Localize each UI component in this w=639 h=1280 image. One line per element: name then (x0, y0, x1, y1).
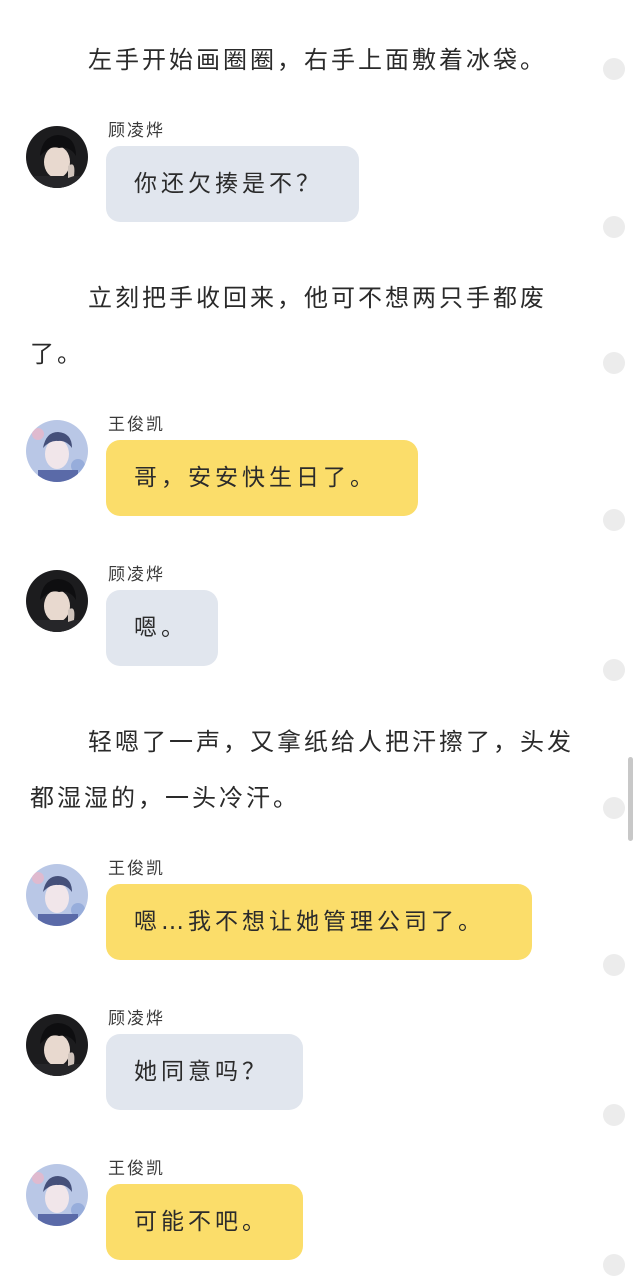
side-dot (603, 216, 625, 238)
sender-name: 王俊凯 (108, 859, 165, 879)
sender-name: 王俊凯 (108, 415, 165, 435)
message-bubble[interactable]: 她同意吗？ (106, 1034, 303, 1110)
blue-tinted-avatar[interactable] (26, 1164, 88, 1226)
blue-tinted-avatar[interactable] (26, 864, 88, 926)
dark-haired-avatar[interactable] (26, 126, 88, 188)
sender-name: 顾凌烨 (108, 565, 165, 585)
dark-haired-avatar[interactable] (26, 570, 88, 632)
narration-paragraph-3: 轻嗯了一声，又拿纸给人把汗擦了，头发都湿湿的，一头冷汗。 (30, 728, 574, 812)
side-dot (603, 1254, 625, 1276)
side-dot (603, 352, 625, 374)
dark-haired-avatar[interactable] (26, 1014, 88, 1076)
side-dot (603, 797, 625, 819)
side-dot (603, 1104, 625, 1126)
message-bubble[interactable]: 嗯。 (106, 590, 218, 666)
scrollbar[interactable] (628, 757, 633, 841)
message-bubble[interactable]: 可能不吧。 (106, 1184, 303, 1260)
message-bubble[interactable]: 你还欠揍是不？ (106, 146, 359, 222)
side-dot (603, 58, 625, 80)
side-dot (603, 954, 625, 976)
blue-tinted-avatar[interactable] (26, 420, 88, 482)
message-bubble[interactable]: 哥，安安快生日了。 (106, 440, 418, 516)
side-dot (603, 509, 625, 531)
sender-name: 顾凌烨 (108, 121, 165, 141)
sender-name: 顾凌烨 (108, 1009, 165, 1029)
side-dot (603, 659, 625, 681)
narration-paragraph-1: 左手开始画圈圈，右手上面敷着冰袋。 (88, 46, 547, 74)
message-bubble[interactable]: 嗯…我不想让她管理公司了。 (106, 884, 532, 960)
narration-paragraph-2: 立刻把手收回来，他可不想两只手都废了。 (30, 284, 547, 368)
sender-name: 王俊凯 (108, 1159, 165, 1179)
